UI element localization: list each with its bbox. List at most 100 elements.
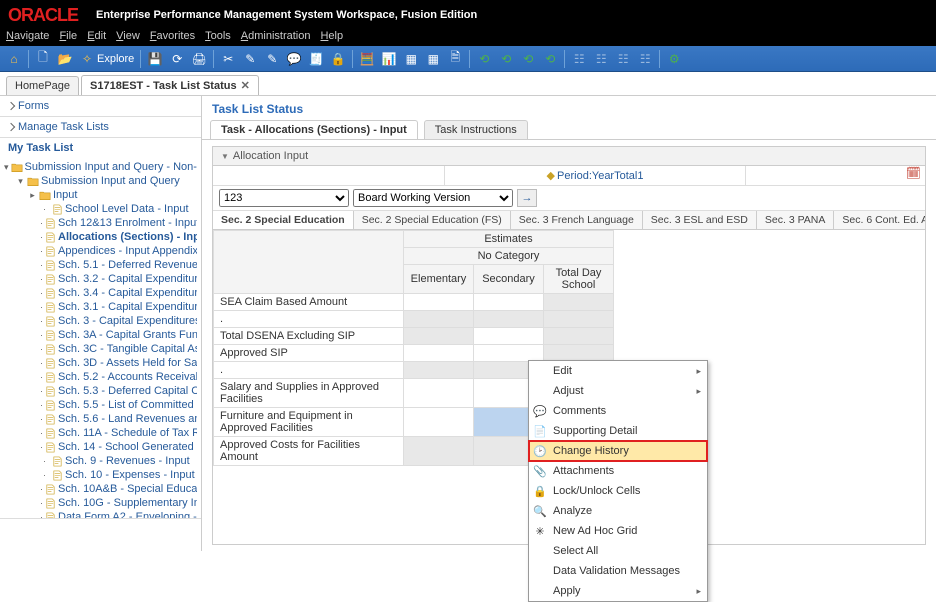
explore-button[interactable]: ✧Explore [79,51,134,67]
tree-toggle-icon[interactable]: · [40,275,43,284]
tree-label[interactable]: Sch. 5.6 - Land Revenues and Defe [58,413,197,425]
tree-label[interactable]: Input [53,189,77,201]
tree-node[interactable]: ·Sch 12&13 Enrolment - Input [4,216,197,230]
config4-icon[interactable]: ☷ [637,51,653,67]
tree-label[interactable]: Sch. 3C - Tangible Capital Asset Co [58,343,197,355]
tree-toggle-icon[interactable]: · [40,317,43,326]
tree-node[interactable]: ·Sch. 10G - Supplementary Informat [4,496,197,510]
menu-file[interactable]: File [59,30,77,46]
tree-label[interactable]: Appendices - Input Appendix F only [58,245,197,257]
tree-label[interactable]: Submission Input and Query [41,175,180,187]
tree-node[interactable]: · Sch. 5.3 - Deferred Capital Contribu [4,384,197,398]
menu-item-attachments[interactable]: 📎Attachments [529,461,707,481]
data-cell[interactable] [404,345,474,362]
tree-node[interactable]: ·Sch. 14 - School Generated Funds - [4,440,197,454]
tree-node[interactable]: · Sch. 3 - Capital Expenditures - Inpu [4,314,197,328]
close-icon[interactable]: ✕ [241,79,250,92]
new-icon[interactable]: 🗋 [35,51,51,67]
scenario-select[interactable]: Board Working Version [353,189,513,207]
menu-item-edit[interactable]: Edit [529,361,707,381]
tree-toggle-icon[interactable]: ▾ [16,177,25,186]
data-cell[interactable] [404,328,474,345]
data-cell[interactable] [544,294,614,311]
save-icon[interactable]: 💾 [147,51,163,67]
tree-label[interactable]: Data Form A2 - Enveloping - Input [58,511,197,518]
tree-toggle-icon[interactable]: · [40,205,49,214]
tree-label[interactable]: Sch. 10A&B - Special Education Exp [58,483,197,495]
tree-toggle-icon[interactable]: · [40,359,43,368]
menu-item-lock-unlock-cells[interactable]: 🔒Lock/Unlock Cells [529,481,707,501]
data-cell[interactable] [544,328,614,345]
refresh4-icon[interactable]: ⟲ [542,51,558,67]
tree-toggle-icon[interactable]: · [40,345,43,354]
grid2-icon[interactable]: ▦ [425,51,441,67]
tree-label[interactable]: Sch. 10 - Expenses - Input [65,469,195,481]
config2-icon[interactable]: ☷ [593,51,609,67]
section-tab[interactable]: Sec. 3 French Language [511,211,643,229]
menu-item-supporting-detail[interactable]: 📄Supporting Detail [529,421,707,441]
tree-label[interactable]: Sch. 5.3 - Deferred Capital Contribu [58,385,197,397]
menu-item-analyze[interactable]: 🔍Analyze [529,501,707,521]
report-icon[interactable]: 🗎 [447,51,463,67]
tree-label[interactable]: Sch. 5.5 - List of Committed Capital [58,399,197,411]
tree-label[interactable]: Sch 12&13 Enrolment - Input [58,217,197,229]
data-cell[interactable] [474,294,544,311]
tree-toggle-icon[interactable]: · [40,457,49,466]
tree-toggle-icon[interactable]: · [40,471,49,480]
data-cell[interactable] [404,437,474,466]
tree-node[interactable]: ·Sch. 11A - Schedule of Tax Revenu [4,426,197,440]
tree-node[interactable]: ·Sch. 5.1 - Deferred Revenue - Inpu [4,258,197,272]
menu-item-new-ad-hoc-grid[interactable]: ✳New Ad Hoc Grid [529,521,707,541]
period-link[interactable]: ◆Period:YearTotal1 [547,169,644,182]
comment-icon[interactable]: 💬 [286,51,302,67]
tree-node[interactable]: ·Sch. 5.2 - Accounts Receivable Con [4,370,197,384]
tree-toggle-icon[interactable]: · [40,415,43,424]
tree-node[interactable]: ·Sch. 10A&B - Special Education Exp [4,482,197,496]
tree-label[interactable]: Submission Input and Query - Non-FS_Soum… [25,161,197,173]
tree-node[interactable]: · Sch. 10 - Expenses - Input [4,468,197,482]
tree-label[interactable]: Sch. 9 - Revenues - Input [65,455,190,467]
tree-toggle-icon[interactable]: · [40,513,43,519]
tree-node[interactable]: ·Sch. 3.4 - Capital Expenditures Det [4,286,197,300]
refresh3-icon[interactable]: ⟲ [520,51,536,67]
rules-icon[interactable]: 📊 [381,51,397,67]
tree-node[interactable]: · Sch. 3C - Tangible Capital Asset Co [4,342,197,356]
print-icon[interactable]: 🖨 [191,51,207,67]
tree-node[interactable]: ·Appendices - Input Appendix F only [4,244,197,258]
data-cell[interactable] [404,362,474,379]
menu-item-change-history[interactable]: 🕑Change History [529,441,707,461]
tree-node[interactable]: ·Allocations (Sections) - Input [4,230,197,244]
tree-label[interactable]: Sch. 3.1 - Capital Expenditures - Me [58,301,197,313]
data-cell[interactable] [474,345,544,362]
tree-label[interactable]: Sch. 3A - Capital Grants Funding - I [58,329,197,341]
tree-node[interactable]: · Sch. 5.6 - Land Revenues and Defe [4,412,197,426]
tree-label[interactable]: Sch. 3D - Assets Held for Sale - Inp [58,357,197,369]
tree-node[interactable]: · Data Form A2 - Enveloping - Input [4,510,197,518]
data-cell[interactable] [544,311,614,328]
menu-item-comments[interactable]: 💬Comments [529,401,707,421]
menu-item-data-validation-messages[interactable]: Data Validation Messages [529,561,707,581]
menu-view[interactable]: View [116,30,140,46]
tab-s1718est-task-list-status[interactable]: S1718EST - Task List Status✕ [81,75,259,95]
tree-toggle-icon[interactable]: · [40,499,43,508]
data-cell[interactable] [404,294,474,311]
menu-help[interactable]: Help [320,30,343,46]
tree-toggle-icon[interactable]: · [40,373,43,382]
menu-edit[interactable]: Edit [87,30,106,46]
content-tab-task-instructions[interactable]: Task Instructions [424,120,528,139]
tree-label[interactable]: Allocations (Sections) - Input [58,231,197,243]
sidebar-section-forms[interactable]: Forms [0,96,201,116]
data-cell[interactable] [404,379,474,408]
tree-toggle-icon[interactable]: · [40,303,43,312]
home-icon[interactable]: ⌂ [6,51,22,67]
menu-item-apply[interactable]: Apply [529,581,707,601]
menu-item-select-all[interactable]: Select All [529,541,707,561]
sidebar-section-manage-task-lists[interactable]: Manage Task Lists [0,117,201,137]
tree-toggle-icon[interactable]: · [40,387,43,396]
config3-icon[interactable]: ☷ [615,51,631,67]
tree-toggle-icon[interactable]: · [40,289,43,298]
tree-label[interactable]: Sch. 3 - Capital Expenditures - Inpu [58,315,197,327]
data-cell[interactable] [404,408,474,437]
lock-icon[interactable]: 🔒 [330,51,346,67]
panel-header[interactable]: ▼Allocation Input [213,147,925,166]
